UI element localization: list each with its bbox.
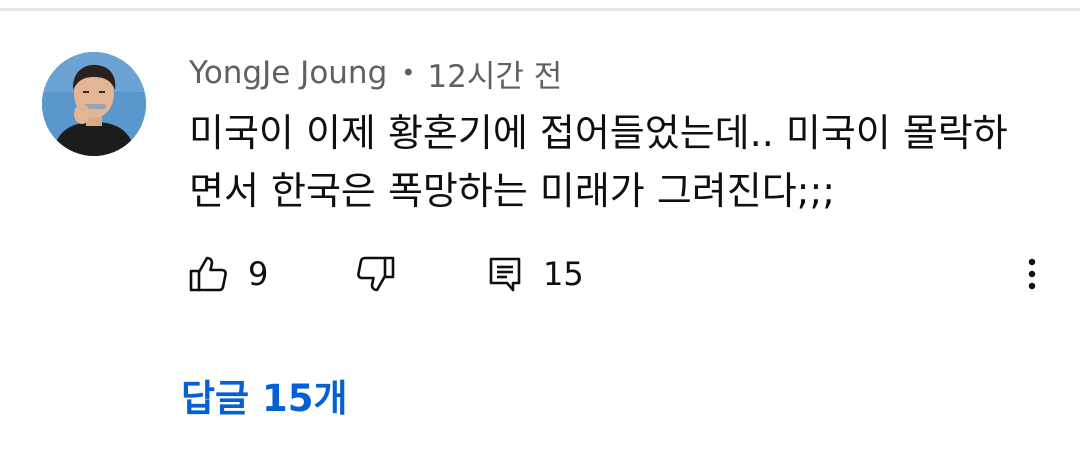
more-vertical-icon	[1014, 258, 1050, 300]
comment-text-line-2: 면서 한국은 폭망하는 미래가 그려진다;;;	[189, 169, 836, 213]
thumbs-down-icon	[356, 254, 396, 294]
comment-text-line-1: 미국이 이제 황혼기에 접어들었는데.. 미국이 몰락하	[189, 111, 1008, 155]
avatar[interactable]	[42, 52, 146, 156]
thumbs-up-icon	[188, 254, 228, 294]
like-count: 9	[248, 255, 269, 293]
comment-timestamp: 12시간 전	[427, 58, 563, 95]
reply-count: 15	[543, 255, 584, 293]
top-divider	[0, 8, 1080, 11]
comment-meta: YongJe Joung • 12시간 전	[189, 52, 563, 95]
comment-text: 미국이 이제 황혼기에 접어들었는데.. 미국이 몰락하 면서 한국은 폭망하는…	[189, 104, 1049, 220]
view-replies-link[interactable]: 답글 15개	[181, 368, 348, 422]
like-button[interactable]: 9	[188, 252, 268, 296]
comment-icon	[487, 254, 523, 294]
author-name[interactable]: YongJe Joung	[189, 55, 387, 91]
more-options-button[interactable]	[1014, 252, 1050, 296]
dislike-button[interactable]	[356, 252, 396, 296]
reply-button[interactable]: 15	[487, 252, 584, 296]
meta-separator: •	[401, 59, 416, 87]
